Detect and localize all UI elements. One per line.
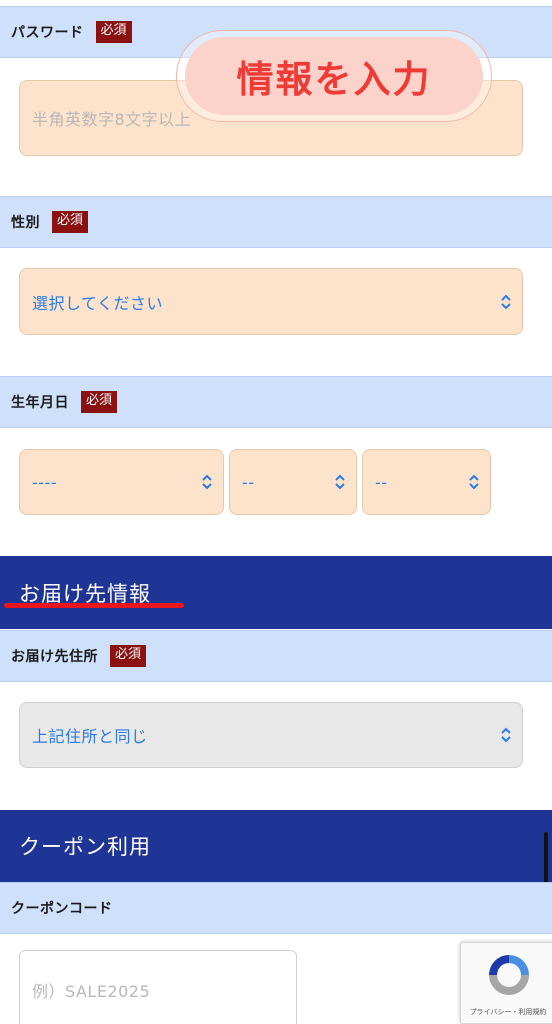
chevron-up-down-icon	[469, 474, 479, 490]
delivery-section-header: お届け先情報	[0, 556, 552, 629]
coupon-section-title: クーポン利用	[19, 835, 151, 859]
recaptcha-badge[interactable]: プライバシー・利用規約	[460, 942, 552, 1024]
birth-year-value: ----	[32, 472, 58, 492]
gender-select[interactable]: 選択してください	[19, 268, 523, 335]
birthdate-label: 生年月日	[11, 395, 69, 411]
gender-label-bar: 性別 必須	[0, 196, 552, 248]
gender-label: 性別	[11, 215, 40, 231]
coupon-code-label-bar: クーポンコード	[0, 882, 552, 934]
recaptcha-links[interactable]: プライバシー・利用規約	[463, 1007, 552, 1017]
chevron-up-down-icon	[202, 474, 212, 490]
callout-text: 情報を入力	[236, 58, 432, 101]
gender-select-value: 選択してください	[32, 293, 164, 313]
highlight-underline	[4, 603, 184, 608]
coupon-code-placeholder: 例）SALE2025	[32, 982, 151, 1001]
password-placeholder: 半角英数字8文字以上	[32, 110, 192, 129]
birth-month-select[interactable]: --	[229, 449, 357, 515]
birth-day-select[interactable]: --	[362, 449, 491, 515]
birth-month-value: --	[242, 472, 255, 492]
required-badge: 必須	[95, 21, 132, 43]
recaptcha-logo-icon	[489, 955, 529, 995]
birth-year-select[interactable]: ----	[19, 449, 224, 515]
required-badge: 必須	[81, 391, 118, 413]
delivery-address-label-bar: お届け先住所 必須	[0, 630, 552, 682]
birthdate-label-bar: 生年月日 必須	[0, 376, 552, 428]
coupon-code-label: クーポンコード	[11, 901, 113, 917]
coupon-section-header: クーポン利用	[0, 810, 552, 882]
scrollbar-thumb[interactable]	[544, 832, 548, 888]
delivery-address-value: 上記住所と同じ	[32, 727, 148, 746]
birth-day-value: --	[375, 472, 388, 492]
required-badge: 必須	[110, 645, 147, 667]
delivery-address-label: お届け先住所	[11, 649, 98, 665]
chevron-up-down-icon	[501, 727, 511, 743]
password-label: パスワード	[11, 25, 84, 41]
delivery-address-select[interactable]: 上記住所と同じ	[19, 702, 523, 768]
coupon-code-input[interactable]: 例）SALE2025	[19, 950, 297, 1024]
chevron-up-down-icon	[501, 294, 511, 309]
required-badge: 必須	[52, 211, 89, 233]
instruction-callout: 情報を入力	[176, 30, 492, 122]
chevron-up-down-icon	[335, 474, 345, 490]
